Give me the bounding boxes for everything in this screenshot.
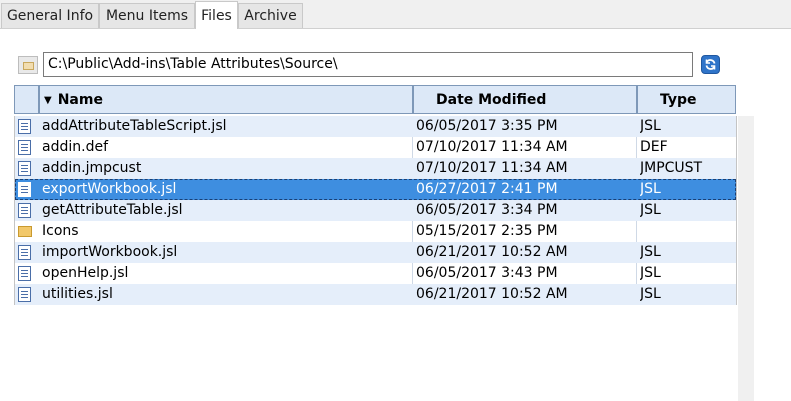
file-list: addAttributeTableScript.jsl 06/05/2017 3:…: [14, 116, 737, 305]
column-header-type[interactable]: Type: [637, 85, 736, 114]
file-name: addAttributeTableScript.jsl: [42, 118, 227, 134]
file-name: getAttributeTable.jsl: [42, 202, 183, 218]
file-date-modified: 06/05/2017 3:35 PM: [416, 118, 558, 134]
file-type: JMPCUST: [640, 160, 703, 176]
folder-up-icon: [23, 62, 34, 70]
tab-general-info[interactable]: General Info: [1, 3, 99, 28]
file-name: importWorkbook.jsl: [42, 244, 178, 260]
file-row[interactable]: addin.jmpcust 07/10/2017 11:34 AM JMPCUST: [15, 158, 736, 179]
column-name-label: Name: [57, 92, 103, 108]
file-name: openHelp.jsl: [42, 265, 129, 281]
tab-archive[interactable]: Archive: [238, 3, 303, 28]
jsl-file-icon: [16, 179, 32, 200]
file-type: JSL: [640, 286, 661, 302]
refresh-icon: [705, 59, 716, 70]
column-header-name[interactable]: ▼ Name: [39, 85, 413, 114]
file-type: JSL: [640, 265, 661, 281]
file-name: addin.def: [42, 139, 108, 155]
tab-files[interactable]: Files: [195, 1, 238, 29]
file-date-modified: 06/21/2017 10:52 AM: [416, 244, 568, 260]
file-row[interactable]: addAttributeTableScript.jsl 06/05/2017 3:…: [15, 116, 736, 137]
file-row[interactable]: Icons 05/15/2017 2:35 PM: [15, 221, 736, 242]
document-icon: [16, 137, 32, 158]
file-row[interactable]: openHelp.jsl 06/05/2017 3:43 PM JSL: [15, 263, 736, 284]
file-row[interactable]: addin.def 07/10/2017 11:34 AM DEF: [15, 137, 736, 158]
file-date-modified: 06/27/2017 2:41 PM: [416, 181, 558, 197]
file-type: DEF: [640, 139, 668, 155]
path-field[interactable]: C:\Public\Add-ins\Table Attributes\Sourc…: [43, 52, 693, 77]
parent-folder-button[interactable]: [18, 56, 38, 74]
file-date-modified: 07/10/2017 11:34 AM: [416, 160, 568, 176]
jsl-file-icon: [16, 200, 32, 221]
file-name: addin.jmpcust: [42, 160, 142, 176]
file-type: [640, 221, 730, 242]
column-header-selector[interactable]: [14, 85, 39, 114]
jsl-file-icon: [16, 263, 32, 284]
file-row[interactable]: importWorkbook.jsl 06/21/2017 10:52 AM JSL: [15, 242, 736, 263]
folder-icon: [16, 221, 32, 242]
document-icon: [16, 158, 32, 179]
file-type: JSL: [640, 118, 661, 134]
tab-menu-items[interactable]: Menu Items: [99, 3, 195, 28]
file-name: exportWorkbook.jsl: [42, 181, 177, 197]
refresh-button[interactable]: [701, 55, 720, 74]
file-name: utilities.jsl: [42, 286, 113, 302]
jsl-file-icon: [16, 284, 32, 305]
sort-descending-icon: ▼: [44, 95, 52, 106]
file-type: JSL: [640, 181, 661, 197]
file-name: Icons: [42, 223, 79, 239]
file-row[interactable]: utilities.jsl 06/21/2017 10:52 AM JSL: [15, 284, 736, 305]
file-date-modified: 06/05/2017 3:43 PM: [416, 265, 558, 281]
file-date-modified: 06/21/2017 10:52 AM: [416, 286, 568, 302]
file-date-modified: 06/05/2017 3:34 PM: [416, 202, 558, 218]
jsl-file-icon: [16, 116, 32, 137]
file-date-modified: 05/15/2017 2:35 PM: [416, 223, 558, 239]
file-type: JSL: [640, 202, 661, 218]
jsl-file-icon: [16, 242, 32, 263]
file-row[interactable]: exportWorkbook.jsl 06/27/2017 2:41 PM JSL: [15, 179, 736, 200]
file-type: JSL: [640, 244, 661, 260]
file-date-modified: 07/10/2017 11:34 AM: [416, 139, 568, 155]
vertical-scrollbar[interactable]: [738, 116, 754, 401]
file-row[interactable]: getAttributeTable.jsl 06/05/2017 3:34 PM J…: [15, 200, 736, 221]
tab-bar: General Info Menu Items Files Archive: [0, 0, 791, 29]
column-header-date[interactable]: Date Modified: [413, 85, 637, 114]
